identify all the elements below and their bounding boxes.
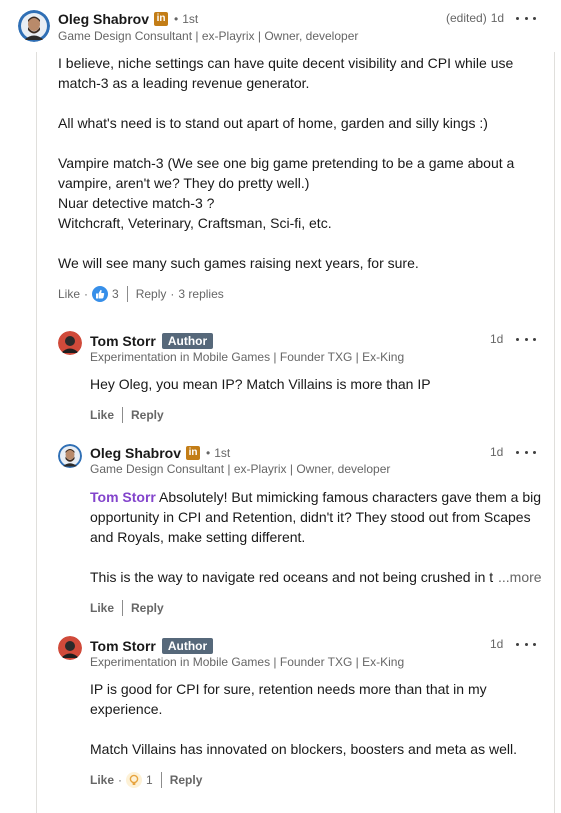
comment-body: Tom Storr Absolutely! But mimicking famo… [90, 487, 541, 547]
like-button[interactable]: Like [58, 287, 80, 301]
avatar-tom[interactable] [58, 331, 82, 355]
body-line: IP is good for CPI for sure, retention n… [90, 681, 487, 697]
reply-button[interactable]: Reply [131, 601, 164, 615]
author-name[interactable]: Tom Storr [90, 333, 156, 349]
reply-button[interactable]: Reply [131, 408, 164, 422]
panel-border [554, 52, 555, 813]
connection-degree: • 1st [206, 446, 231, 460]
comment-actions: Like Reply [90, 406, 164, 424]
body-line: Tom Storr Absolutely! But mimicking famo… [90, 487, 541, 507]
separator-dot: · [170, 287, 175, 301]
body-line: and Royals, make setting different. [90, 529, 306, 545]
linkedin-premium-icon: in [154, 12, 169, 26]
comment-actions: Like · 1 Reply [90, 771, 202, 789]
author-headline: Experimentation in Mobile Games | Founde… [90, 655, 405, 669]
divider [122, 600, 124, 616]
timestamp: 1d [490, 445, 504, 459]
body-line: opportunity in CPI and Retention, didn't… [90, 509, 531, 525]
divider [126, 286, 128, 302]
avatar-tom[interactable] [58, 636, 82, 660]
more-options-icon[interactable] [516, 447, 536, 457]
linkedin-premium-icon: in [186, 446, 201, 460]
divider [122, 407, 124, 423]
body-line: We will see many such games raising next… [58, 255, 419, 271]
avatar-oleg[interactable] [58, 444, 82, 468]
degree-label: 1st [182, 12, 199, 26]
thumbs-up-icon[interactable] [92, 286, 109, 302]
thread-line [36, 52, 37, 813]
avatar-oleg[interactable] [18, 10, 50, 42]
author-headline: Game Design Consultant | ex-Playrix | Ow… [90, 462, 391, 476]
timestamp: 1d [490, 332, 504, 346]
author-name[interactable]: Oleg Shabrov [90, 445, 181, 461]
separator-dot: · [84, 287, 89, 301]
reaction-count[interactable]: 3 [112, 287, 119, 301]
separator-dot: · [118, 773, 123, 787]
comment-body: IP is good for CPI for sure, retention n… [90, 679, 517, 759]
body-line: Match Villains has innovated on blockers… [90, 741, 517, 757]
comment-actions: Like · 3 Reply · 3 replies [58, 285, 224, 303]
author-name[interactable]: Oleg Shabrov [58, 11, 149, 27]
mention-link[interactable]: Tom Storr [90, 489, 156, 505]
body-text: Absolutely! But mimicking famous charact… [155, 489, 542, 505]
see-more-link[interactable]: ...more [494, 567, 542, 587]
like-button[interactable]: Like [90, 773, 114, 787]
body-line: match-3 as a leading revenue generator. [58, 75, 310, 91]
more-options-icon[interactable] [516, 13, 536, 23]
body-line: Hey Oleg, you mean IP? Match Villains is… [90, 376, 431, 392]
body-line: vampire, aren't we? They do pretty well.… [58, 175, 310, 191]
author-badge: Author [161, 638, 214, 654]
comment-body: I believe, niche settings can have quite… [58, 53, 514, 273]
timestamp: 1d [490, 11, 505, 25]
body-line: experience. [90, 701, 163, 717]
author-headline: Game Design Consultant | ex-Playrix | Ow… [58, 29, 359, 43]
reaction-count[interactable]: 1 [146, 773, 153, 787]
replies-count-link[interactable]: 3 replies [178, 287, 223, 301]
author-badge: Author [161, 333, 214, 349]
truncated-line: This is the way to navigate red oceans a… [90, 569, 494, 585]
body-line: I believe, niche settings can have quite… [58, 55, 514, 71]
timestamp: 1d [490, 637, 504, 651]
more-options-icon[interactable] [516, 334, 536, 344]
connection-degree: • 1st [174, 12, 199, 26]
author-headline: Experimentation in Mobile Games | Founde… [90, 350, 405, 364]
reply-button[interactable]: Reply [136, 287, 167, 301]
degree-label: 1st [214, 446, 231, 460]
comment-meta: (edited) 1d [446, 11, 504, 25]
reply-button[interactable]: Reply [170, 773, 203, 787]
more-options-icon[interactable] [516, 639, 536, 649]
divider [160, 772, 162, 788]
edited-label: (edited) [446, 11, 487, 25]
body-line: Nuar detective match-3 ? [58, 195, 215, 211]
body-line: All what's need is to stand out apart of… [58, 115, 488, 131]
like-button[interactable]: Like [90, 601, 114, 615]
body-line: Witchcraft, Veterinary, Craftsman, Sci-f… [58, 215, 332, 231]
comment-body: Hey Oleg, you mean IP? Match Villains is… [90, 374, 431, 394]
body-line: Vampire match-3 (We see one big game pre… [58, 155, 515, 171]
author-name[interactable]: Tom Storr [90, 638, 156, 654]
insightful-icon[interactable] [126, 772, 143, 788]
comment-actions: Like Reply [90, 599, 164, 617]
like-button[interactable]: Like [90, 408, 114, 422]
